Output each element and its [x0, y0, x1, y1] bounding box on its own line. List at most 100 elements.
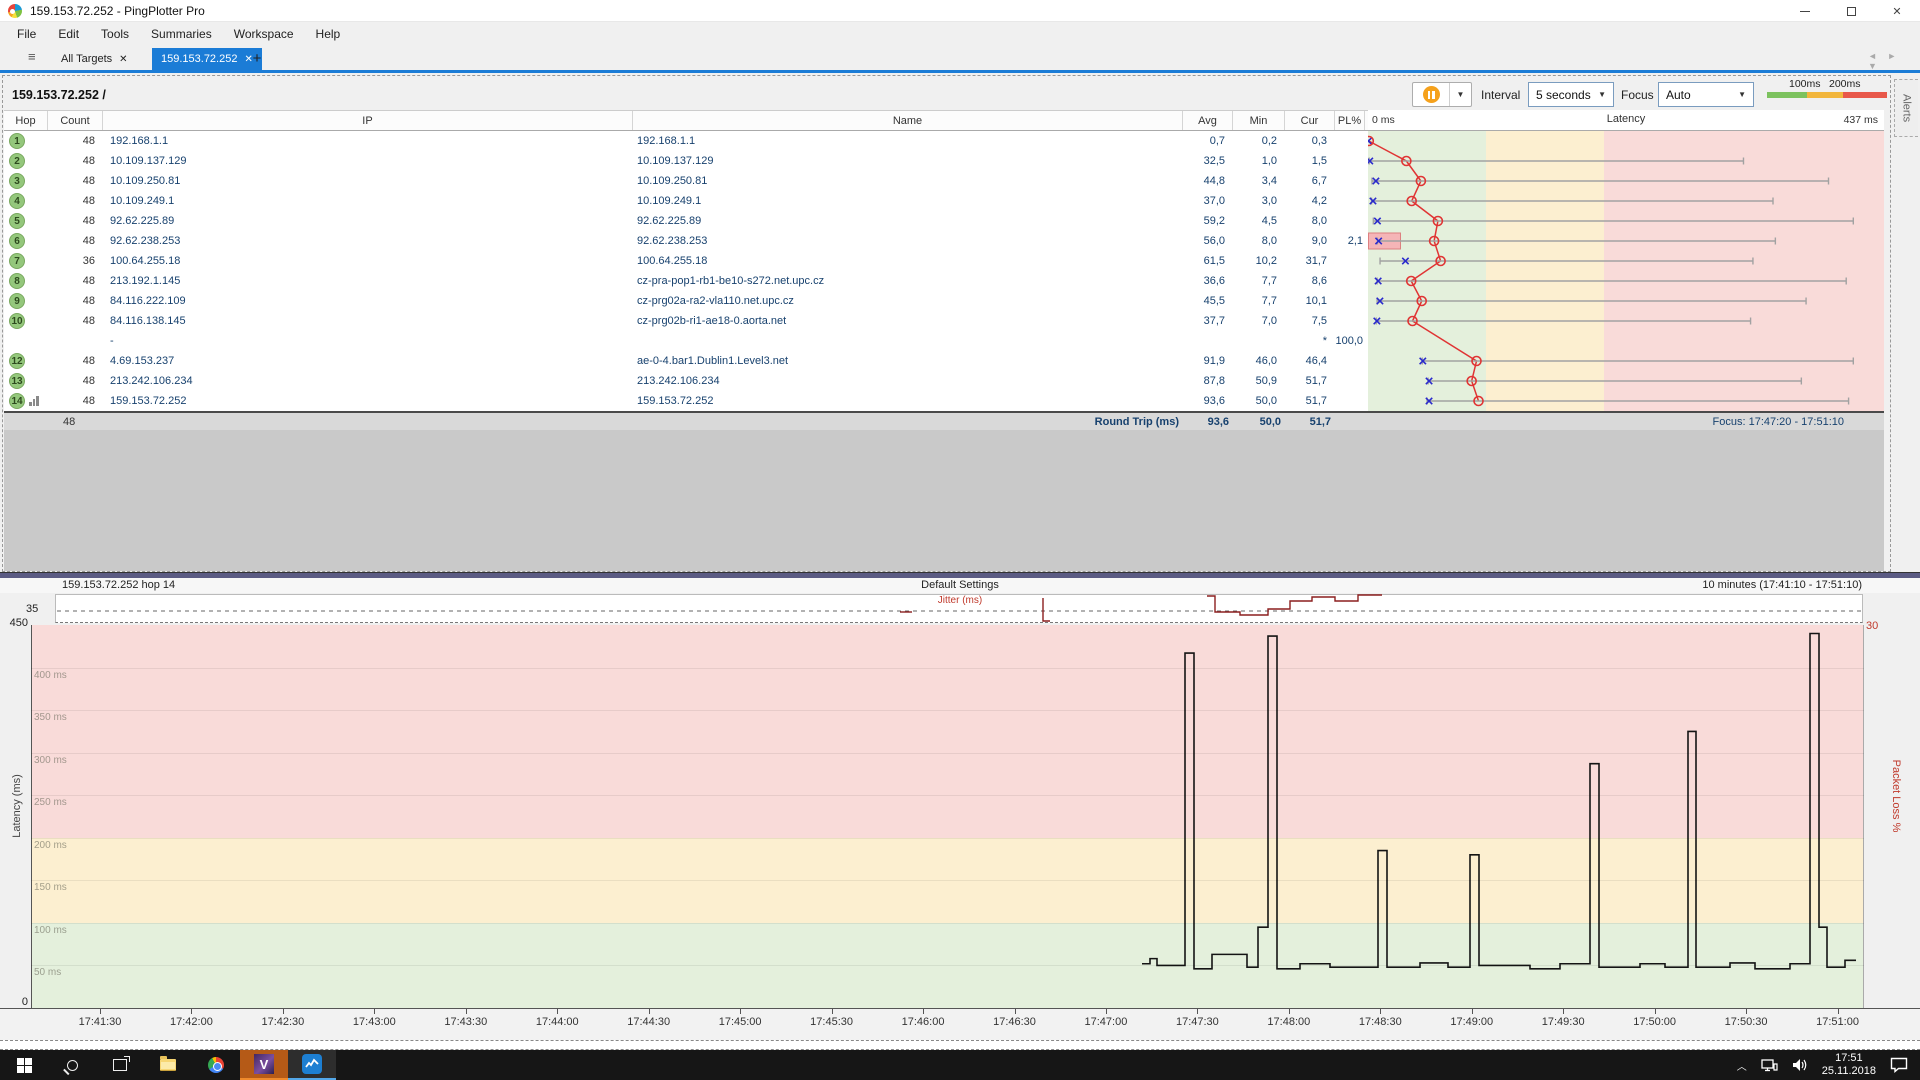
- avg-cell: 61,5: [1183, 255, 1233, 267]
- volume-icon[interactable]: [1792, 1058, 1808, 1072]
- action-center-icon[interactable]: [1890, 1057, 1908, 1073]
- hop-number-cell: 9: [4, 293, 48, 309]
- x-tick-label: 17:50:00: [1625, 1016, 1685, 1028]
- name-cell: 92.62.225.89: [633, 215, 1183, 227]
- col-header-count[interactable]: Count: [48, 111, 103, 130]
- minimize-button[interactable]: [1782, 0, 1828, 22]
- min-cell: 50,9: [1233, 375, 1285, 387]
- x-tick-mark: [1838, 1009, 1839, 1014]
- windows-logo-icon: [17, 1058, 32, 1073]
- file-explorer-button[interactable]: [144, 1050, 192, 1080]
- hop-number-cell: 12: [4, 353, 48, 369]
- interval-select[interactable]: 5 seconds▼: [1528, 82, 1614, 107]
- col-header-ip[interactable]: IP: [103, 111, 633, 130]
- interval-label: Interval: [1481, 88, 1520, 102]
- system-tray: ︿ 17:51 25.11.2018: [1737, 1050, 1920, 1080]
- cur-cell: 10,1: [1285, 295, 1335, 307]
- x-tick-label: 17:43:30: [436, 1016, 496, 1028]
- gridline-400: [31, 668, 1864, 669]
- hop-latency-graph: [1368, 131, 1884, 411]
- avg-cell: 56,0: [1183, 235, 1233, 247]
- pause-icon: [1423, 86, 1440, 103]
- avg-cell: 0,7: [1183, 135, 1233, 147]
- menu-item-edit[interactable]: Edit: [49, 24, 88, 44]
- hop-badge: 6: [9, 233, 25, 249]
- gridline-250: [31, 795, 1864, 796]
- avg-cell: 44,8: [1183, 175, 1233, 187]
- avg-cell: 45,5: [1183, 295, 1233, 307]
- menu-item-file[interactable]: File: [8, 24, 45, 44]
- maximize-button[interactable]: [1828, 0, 1874, 22]
- close-button[interactable]: ✕: [1874, 0, 1920, 22]
- summary-avg: 93,6: [1183, 416, 1237, 428]
- focus-range-text: Focus: 17:47:20 - 17:51:10: [1713, 416, 1844, 428]
- menu-item-workspace[interactable]: Workspace: [225, 24, 303, 44]
- focus-scroll-strip[interactable]: [0, 1040, 1920, 1050]
- summary-count: 48: [63, 416, 75, 428]
- pause-dropdown-button[interactable]: ▼: [1450, 83, 1471, 106]
- name-cell: cz-prg02a-ra2-vla110.net.upc.cz: [633, 295, 1183, 307]
- name-cell: 159.153.72.252: [633, 395, 1183, 407]
- ip-cell: 10.109.249.1: [103, 195, 633, 207]
- network-icon[interactable]: [1761, 1058, 1778, 1072]
- ip-cell: 10.109.250.81: [103, 175, 633, 187]
- hop-number-cell: 13: [4, 373, 48, 389]
- x-tick-label: 17:49:30: [1533, 1016, 1593, 1028]
- vectorworks-app-button[interactable]: V: [240, 1050, 288, 1080]
- hamburger-menu-icon[interactable]: ≡: [28, 51, 44, 63]
- tab-all-targets[interactable]: All Targets ✕: [52, 48, 137, 70]
- name-cell: 192.168.1.1: [633, 135, 1183, 147]
- col-header-cur[interactable]: Cur: [1285, 111, 1335, 130]
- tab-close-icon[interactable]: ✕: [119, 54, 127, 65]
- tab-scroll-arrows[interactable]: ◄ ► ▼: [1868, 51, 1918, 71]
- count-cell: 48: [48, 215, 103, 227]
- maximize-icon: [1847, 7, 1856, 16]
- target-address-heading: 159.153.72.252 /: [12, 88, 106, 102]
- tray-chevron-up-icon[interactable]: ︿: [1737, 1058, 1747, 1073]
- menu-item-tools[interactable]: Tools: [92, 24, 138, 44]
- x-tick-mark: [374, 1009, 375, 1014]
- col-header-pl[interactable]: PL%: [1335, 111, 1365, 130]
- new-tab-button[interactable]: +: [248, 50, 266, 68]
- pingplotter-app-button[interactable]: [288, 1050, 336, 1080]
- task-view-button[interactable]: [96, 1050, 144, 1080]
- y-tick-label-200: 200 ms: [34, 840, 67, 851]
- start-button[interactable]: [0, 1050, 48, 1080]
- cur-cell: 4,2: [1285, 195, 1335, 207]
- ip-cell: 213.192.1.145: [103, 275, 633, 287]
- col-header-min[interactable]: Min: [1233, 111, 1285, 130]
- menu-item-summaries[interactable]: Summaries: [142, 24, 221, 44]
- legend-200ms-label: 200ms: [1829, 78, 1861, 90]
- x-tick-label: 17:51:00: [1808, 1016, 1868, 1028]
- cur-cell: 31,7: [1285, 255, 1335, 267]
- taskbar-clock[interactable]: 17:51 25.11.2018: [1822, 1052, 1876, 1078]
- time-axis: 17:41:3017:42:0017:42:3017:43:0017:43:30…: [0, 1008, 1920, 1040]
- task-view-icon: [113, 1059, 127, 1071]
- chrome-button[interactable]: [192, 1050, 240, 1080]
- focus-select[interactable]: Auto▼: [1658, 82, 1754, 107]
- y-axis-title: Latency (ms): [11, 761, 23, 851]
- timeline-selected-hop-icon: [29, 396, 39, 406]
- menu-item-help[interactable]: Help: [307, 24, 350, 44]
- x-tick-mark: [283, 1009, 284, 1014]
- app-icon: [8, 4, 22, 18]
- timeline-header: 159.153.72.252 hop 14 Default Settings 1…: [0, 578, 1920, 593]
- legend-gradient-bar: [1767, 92, 1887, 98]
- search-button[interactable]: [48, 1050, 96, 1080]
- col-header-hop[interactable]: Hop: [4, 111, 48, 130]
- avg-cell: 87,8: [1183, 375, 1233, 387]
- col-header-name[interactable]: Name: [633, 111, 1183, 130]
- tab-target-active[interactable]: 159.153.72.252 ✕: [152, 48, 262, 70]
- min-cell: 0,2: [1233, 135, 1285, 147]
- y-axis-max-label: 450: [6, 617, 28, 629]
- col-header-avg[interactable]: Avg: [1183, 111, 1233, 130]
- cur-cell: 51,7: [1285, 395, 1335, 407]
- close-icon: ✕: [1892, 5, 1901, 18]
- hop-number-cell: 8: [4, 273, 48, 289]
- alerts-side-tab[interactable]: Alerts: [1894, 79, 1918, 137]
- chrome-icon: [208, 1057, 224, 1073]
- hop-badge: 8: [9, 273, 25, 289]
- gridline-300: [31, 753, 1864, 754]
- pause-button[interactable]: [1413, 83, 1450, 106]
- hop-badge: 14: [9, 393, 25, 409]
